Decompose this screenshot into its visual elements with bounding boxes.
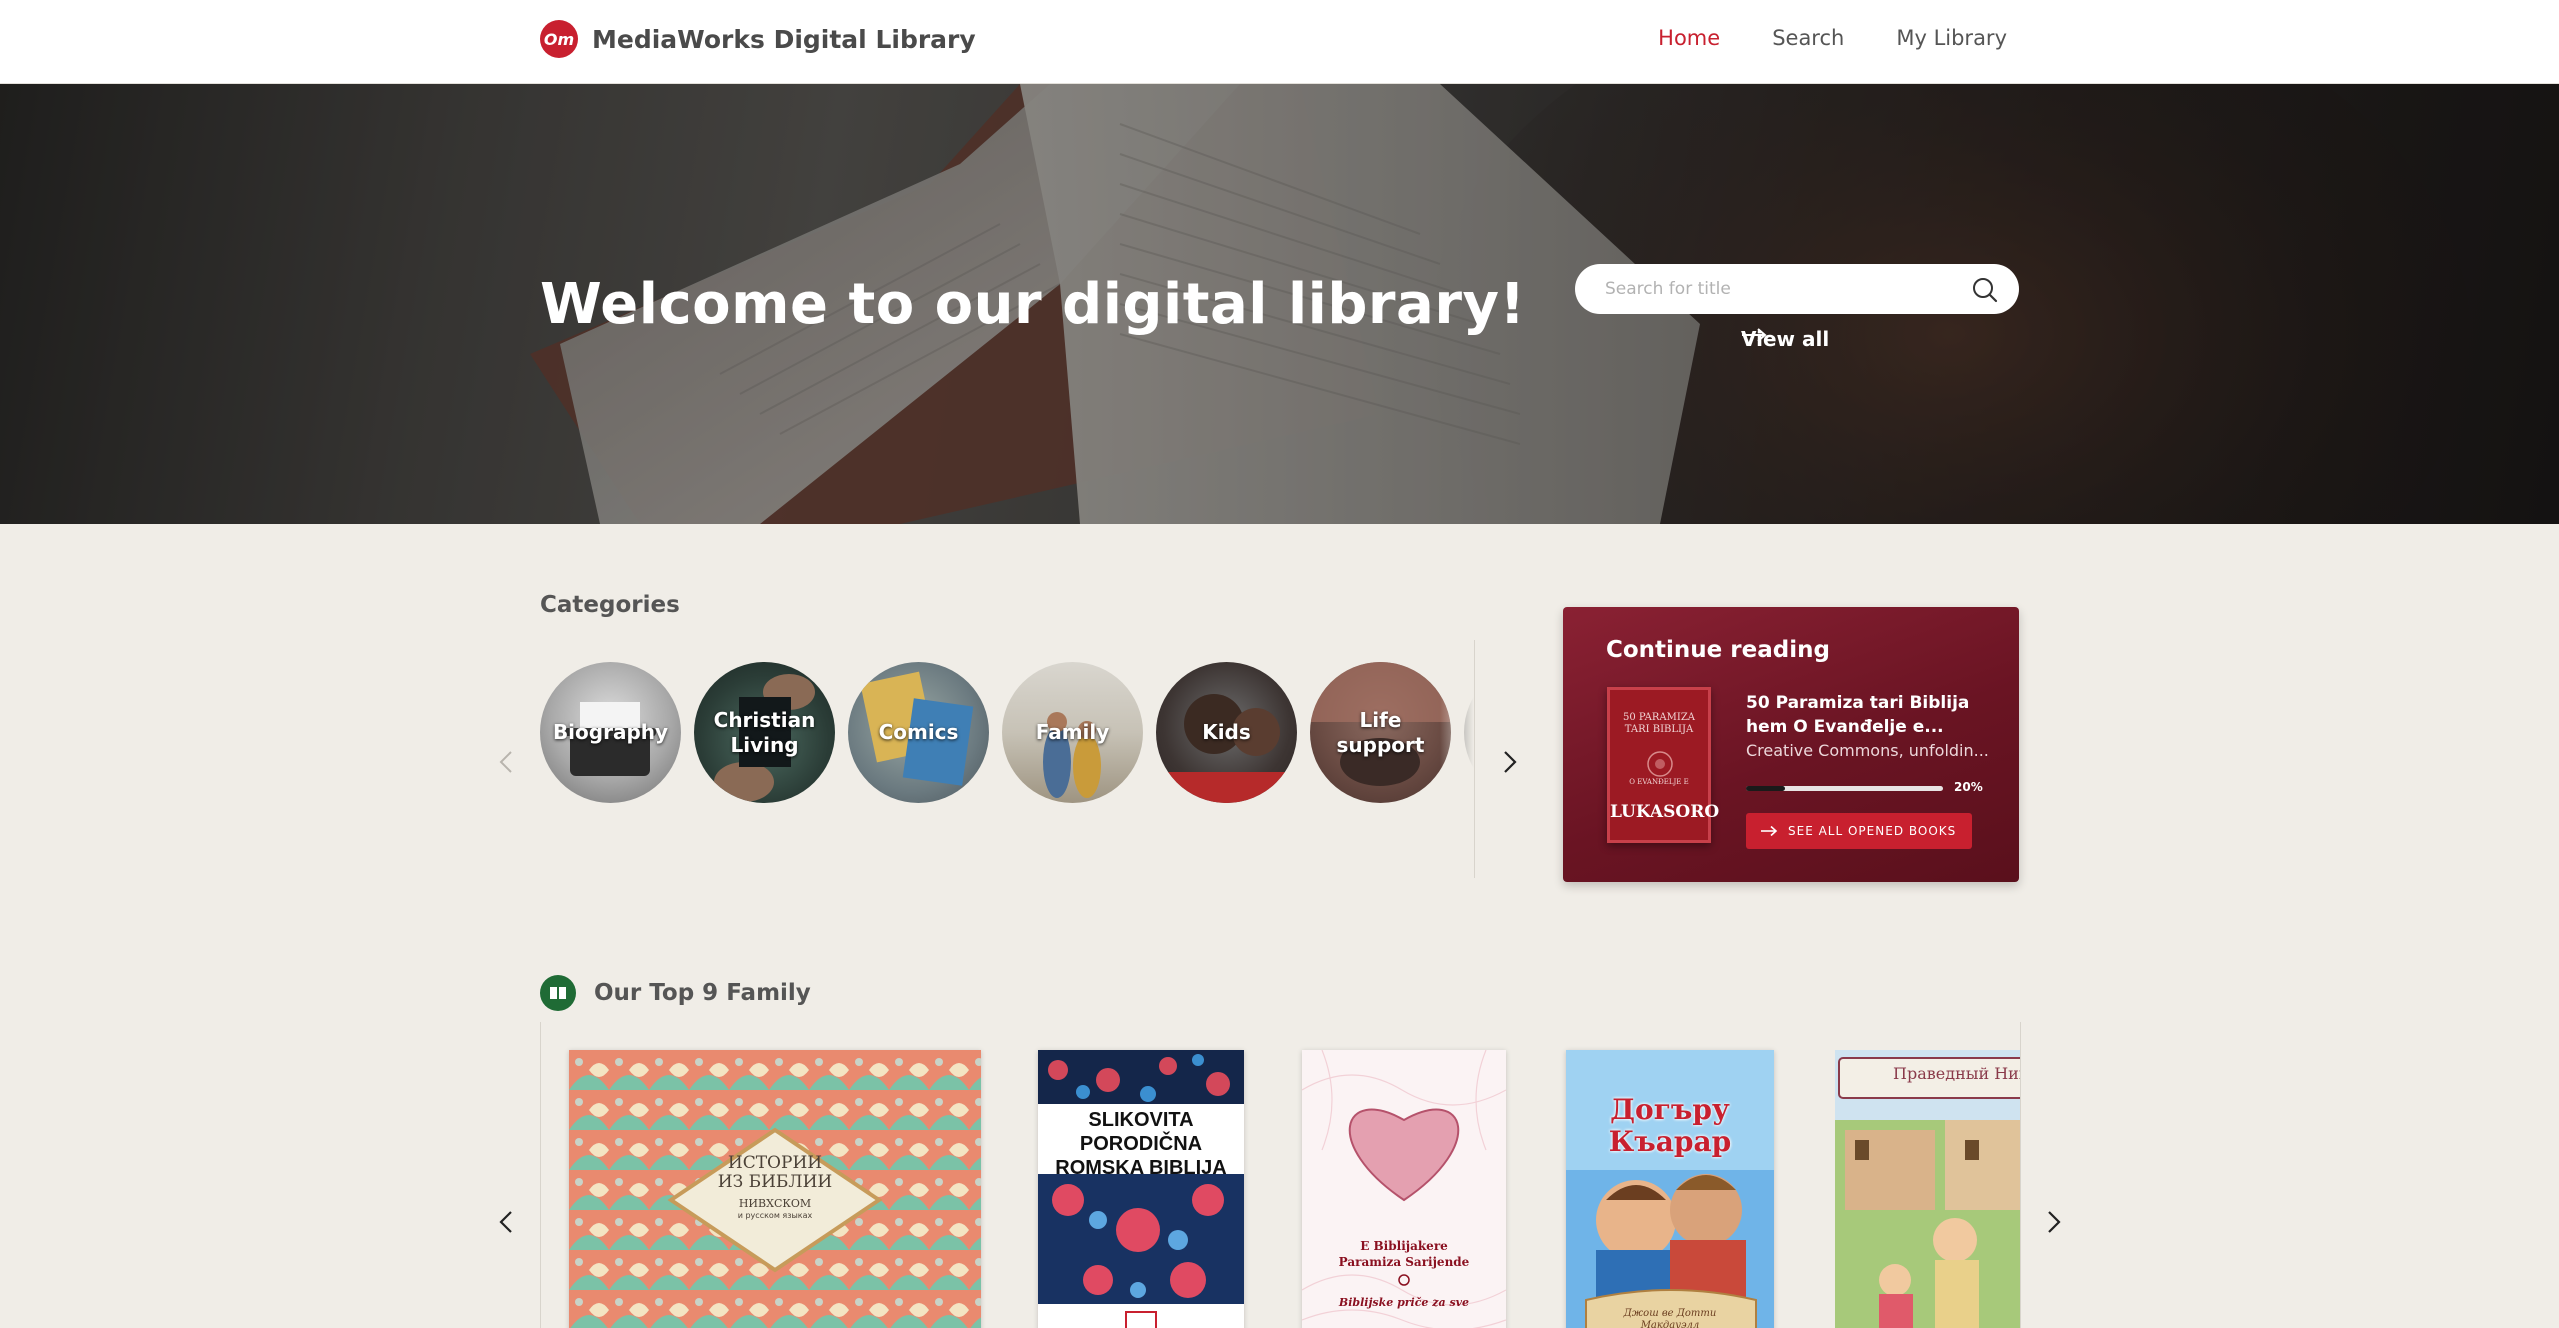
carousel-fade [1440,640,1475,878]
reading-progress-bar [1746,786,1943,791]
continue-reading-book-cover[interactable]: 50 PARAMIZA TARI BIBLIJA O EVANĐELJE E L… [1607,687,1720,843]
book-card[interactable]: Догъру Къарар Джош ве Дотти Макдауэлл [1566,1050,1774,1328]
book-cover-image [1835,1050,2020,1328]
book-cover-title: ИСТОРИИ ИЗ БИБЛИИ [717,1153,833,1192]
cover-ornament-icon [1647,751,1673,777]
view-all-link[interactable]: View all [1741,327,1829,351]
categories-title: Categories [540,592,680,618]
top9-carousel: ИСТОРИИ ИЗ БИБЛИИ НИВХСКОМ и русском язы… [540,1022,2021,1328]
book-cover-title: Праведный Ник [1893,1064,2020,1083]
brand-name: MediaWorks Digital Library [592,24,976,54]
mediaworks-logo-icon: Om [540,20,578,58]
book-card[interactable]: Праведный Ник [1835,1050,2020,1328]
category-christian-living[interactable]: Christian Living [694,662,835,803]
book-cover-title: SLIKOVITA PORODIČNA ROMSKA BIBLIJA [1055,1109,1227,1179]
category-life-support[interactable]: Life support [1310,662,1451,803]
brand[interactable]: Om MediaWorks Digital Library [540,20,976,58]
category-family[interactable]: Family [1002,662,1143,803]
see-all-opened-books-button[interactable]: SEE ALL OPENED BOOKS [1746,813,1973,849]
book-icon [540,975,576,1011]
chevron-left-icon [499,751,512,773]
book-cover-image [1566,1050,1774,1328]
book-cover-image [1302,1050,1506,1328]
hero-banner: Welcome to our digital library! View all [0,84,2559,524]
continue-reading-book-subtitle: Creative Commons, unfoldin... [1746,741,1989,760]
search-icon[interactable] [1971,276,1999,304]
main-nav: Home Search My Library [1658,26,2007,50]
top-navigation-bar: Om MediaWorks Digital Library Home Searc… [0,0,2559,84]
book-cover-subtitle: НИВХСКОМ [738,1197,812,1210]
category-kids[interactable]: Kids [1156,662,1297,803]
nav-my-library[interactable]: My Library [1896,26,2007,50]
search-input[interactable] [1603,278,1947,300]
continue-reading-book-title[interactable]: 50 Paramiza tari Biblija hem O Evanđelje… [1746,691,1986,739]
cover-mid-text: O EVANĐELJE E [1629,778,1689,786]
book-cover-note: и русском языках [737,1211,813,1220]
book-card[interactable]: ИСТОРИИ ИЗ БИБЛИИ НИВХСКОМ и русском язы… [569,1050,981,1328]
book-cover-title: E Biblijakere Paramiza Sarijende [1338,1239,1470,1269]
nav-search[interactable]: Search [1772,26,1844,50]
category-biography[interactable]: Biography [540,662,681,803]
nav-home[interactable]: Home [1658,26,1720,50]
top9-title: Our Top 9 Family [594,980,811,1006]
continue-reading-card: Continue reading 50 PARAMIZA TARI BIBLIJ… [1563,607,2019,882]
cover-top-text: 50 PARAMIZA TARI BIBLIJA [1622,712,1696,735]
chevron-right-icon [1504,751,1517,773]
chevron-left-icon [499,1211,512,1233]
categories-next-button[interactable] [1498,748,1522,776]
arrow-right-icon [1761,825,1778,837]
arrow-right-icon [1742,328,1767,342]
continue-reading-title: Continue reading [1606,637,1830,663]
book-card[interactable]: E Biblijakere Paramiza Sarijende Biblijs… [1302,1050,1506,1328]
categories-carousel: Biography Christian Living Comics Family… [540,662,1474,804]
top9-prev-button[interactable] [494,1208,518,1236]
reading-progress-fill [1746,786,1786,791]
reading-progress-label: 20% [1954,780,1983,794]
top9-next-button[interactable] [2042,1208,2066,1236]
book-cover-title: Догъру Къарар [1608,1093,1732,1158]
hero-title: Welcome to our digital library! [540,272,1526,337]
book-cover-subtitle: Джош ве Дотти Макдауэлл [1623,1308,1717,1328]
chevron-right-icon [2048,1211,2061,1233]
book-cover-subtitle: Biblijske priče za sve [1338,1296,1470,1309]
categories-prev-button[interactable] [494,748,518,776]
cover-bottom-text: LUKASORO [1610,802,1720,822]
book-card[interactable]: SLIKOVITA PORODIČNA ROMSKA BIBLIJA [1038,1050,1244,1328]
book-cover-image [1038,1050,1244,1328]
hero-search-box [1575,264,2019,314]
category-comics[interactable]: Comics [848,662,989,803]
